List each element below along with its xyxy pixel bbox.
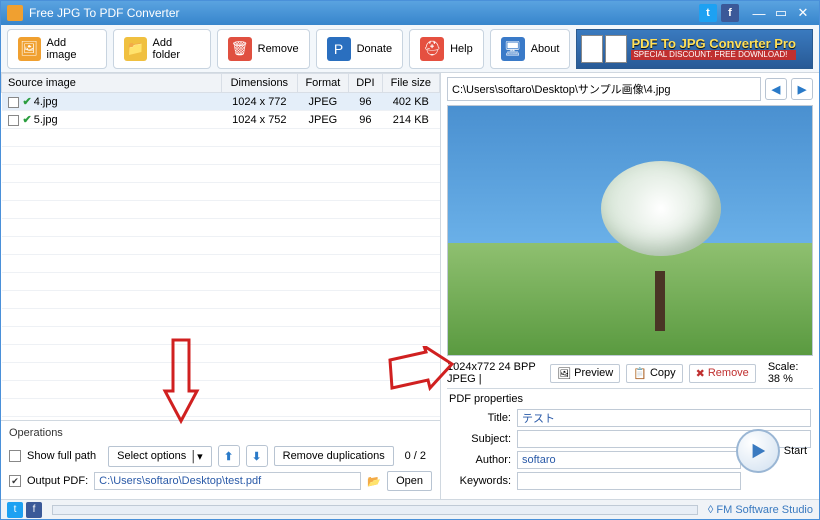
remove-button[interactable]: 🗑Remove (217, 29, 310, 69)
copy-button[interactable]: 📋 Copy (626, 364, 682, 383)
progress-bar (52, 505, 698, 515)
subject-label: Subject: (449, 433, 511, 445)
col-source[interactable]: Source image (2, 74, 222, 93)
toolbar: 🖼Add image 📁Add folder 🗑Remove PDonate ⛑… (1, 25, 819, 73)
add-folder-button[interactable]: 📁Add folder (113, 29, 211, 69)
move-up-button[interactable]: ⬆ (218, 445, 240, 467)
donate-button[interactable]: PDonate (316, 29, 403, 69)
maximize-button[interactable]: ▭ (771, 4, 791, 22)
titlebar-social: t f (699, 4, 739, 22)
app-title: Free JPG To PDF Converter (29, 6, 699, 20)
author-input[interactable] (517, 451, 741, 469)
col-filesize[interactable]: File size (382, 74, 439, 93)
title-label: Title: (449, 412, 511, 424)
ad-subtitle: SPECIAL DISCOUNT. FREE DOWNLOAD! (631, 50, 795, 60)
titlebar: Free JPG To PDF Converter t f ― ▭ ✕ (1, 1, 819, 25)
output-pdf-checkbox[interactable]: ✔ (9, 475, 21, 487)
table-row[interactable]: ✔5.jpg1024 x 752JPEG96214 KB (2, 111, 440, 129)
browse-icon[interactable]: 📂 (367, 475, 381, 488)
image-info: 1024x772 24 BPP JPEG | (447, 361, 544, 385)
ad-title: PDF To JPG Converter Pro (631, 37, 795, 50)
ad-banner[interactable]: PDF To JPG Converter Pro SPECIAL DISCOUN… (576, 29, 813, 69)
close-button[interactable]: ✕ (793, 4, 813, 22)
minimize-button[interactable]: ― (749, 4, 769, 22)
output-path-field[interactable]: C:\Users\softaro\Desktop\test.pdf (94, 472, 361, 490)
about-button[interactable]: 🖥About (490, 29, 571, 69)
operations-heading: Operations (9, 427, 432, 439)
facebook-icon[interactable]: f (721, 4, 739, 22)
twitter-icon[interactable]: t (699, 4, 717, 22)
preview-path-field[interactable]: C:\Users\softaro\Desktop\サンプル画像\4.jpg (447, 77, 761, 101)
help-button[interactable]: ⛑Help (409, 29, 484, 69)
start-button[interactable] (736, 429, 780, 473)
app-icon (7, 5, 23, 21)
company-link[interactable]: ◊ FM Software Studio (708, 504, 813, 516)
select-options-button[interactable]: Select options│▾ (108, 446, 212, 467)
preview-button[interactable]: 🖼 Preview (550, 364, 620, 383)
scale-label: Scale: 38 % (768, 361, 813, 385)
selection-counter: 0 / 2 (405, 450, 426, 462)
col-format[interactable]: Format (297, 74, 348, 93)
col-dimensions[interactable]: Dimensions (222, 74, 298, 93)
author-label: Author: (449, 454, 511, 466)
remove-duplications-button[interactable]: Remove duplications (274, 446, 394, 466)
start-label: Start (784, 445, 807, 457)
file-grid[interactable]: Source image Dimensions Format DPI File … (1, 73, 440, 420)
open-button[interactable]: Open (387, 471, 432, 491)
pdf-properties-heading: PDF properties (449, 393, 811, 405)
prev-image-button[interactable]: ◀ (765, 78, 787, 100)
image-preview[interactable] (447, 105, 813, 356)
add-image-button[interactable]: 🖼Add image (7, 29, 107, 69)
show-full-path-checkbox[interactable] (9, 450, 21, 462)
move-down-button[interactable]: ⬇ (246, 445, 268, 467)
status-twitter-icon[interactable]: t (7, 502, 23, 518)
status-facebook-icon[interactable]: f (26, 502, 42, 518)
title-input[interactable] (517, 409, 811, 427)
show-full-path-label: Show full path (27, 450, 96, 462)
keywords-label: Keywords: (449, 475, 511, 487)
preview-info-bar: 1024x772 24 BPP JPEG | 🖼 Preview 📋 Copy … (447, 358, 813, 388)
output-pdf-label: Output PDF: (27, 475, 88, 487)
operations-panel: Operations Show full path Select options… (1, 420, 440, 499)
preview-remove-button[interactable]: ✖ Remove (689, 364, 756, 383)
keywords-input[interactable] (517, 472, 741, 490)
table-row[interactable]: ✔4.jpg1024 x 772JPEG96402 KB (2, 93, 440, 111)
statusbar: t f ◊ FM Software Studio (1, 499, 819, 519)
col-dpi[interactable]: DPI (349, 74, 383, 93)
next-image-button[interactable]: ▶ (791, 78, 813, 100)
window-buttons: ― ▭ ✕ (749, 4, 813, 22)
left-panel: Source image Dimensions Format DPI File … (1, 73, 441, 499)
